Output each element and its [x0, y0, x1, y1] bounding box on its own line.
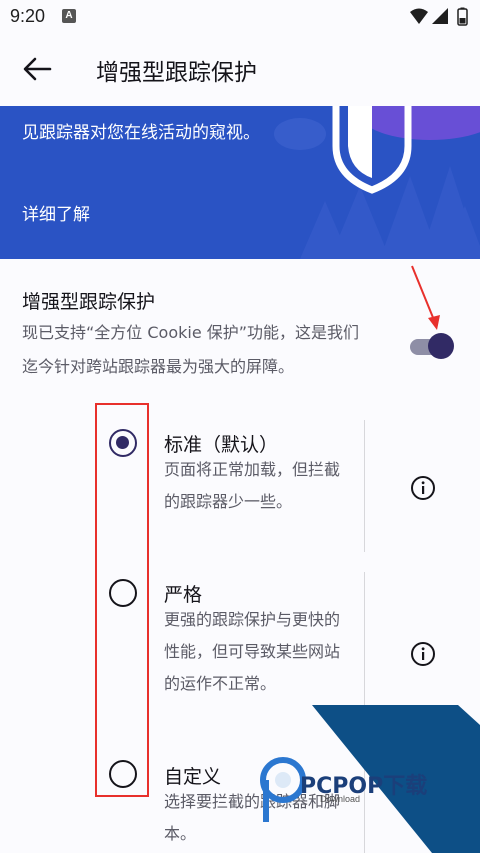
etp-title: 增强型跟踪保护: [22, 291, 156, 313]
wifi-icon: [410, 8, 428, 24]
toggle-thumb: [428, 333, 454, 359]
divider: [364, 572, 365, 736]
banner-text: 见跟踪器对您在线活动的窥视。: [22, 123, 260, 143]
annotation-highlight-box: [95, 403, 149, 797]
option-strict-description: 更强的跟踪保护与更快的性能，但可导致某些网站的运作不正常。: [164, 610, 341, 693]
info-banner: 见跟踪器对您在线活动的窥视。 详细了解: [0, 106, 480, 259]
info-icon[interactable]: [410, 475, 436, 501]
etp-description: 现已支持“全方位 Cookie 保护”功能，这是我们迄今针对跨站跟踪器最为强大的…: [22, 323, 360, 376]
system-icons: [410, 7, 468, 26]
signal-icon: [432, 8, 448, 24]
learn-more-link[interactable]: 详细了解: [22, 200, 90, 225]
battery-icon: [457, 7, 468, 26]
watermark-subtext: Download: [320, 794, 361, 804]
info-icon[interactable]: [410, 641, 436, 667]
etp-toggle-switch[interactable]: [408, 333, 456, 359]
option-strict-title: 严格: [164, 584, 203, 606]
toolbar: 增强型跟踪保护: [0, 34, 480, 106]
notification-badge: A: [62, 9, 76, 23]
divider: [364, 420, 365, 552]
option-standard-description: 页面将正常加载，但拦截的跟踪器少一些。: [164, 460, 341, 511]
status-bar: 9:20 A: [0, 0, 480, 34]
option-custom-title: 自定义: [164, 766, 222, 788]
status-time: 9:20: [10, 6, 46, 26]
option-standard-title: 标准（默认）: [164, 434, 279, 456]
back-arrow-icon[interactable]: [20, 54, 54, 84]
page-title: 增强型跟踪保护: [96, 60, 257, 86]
